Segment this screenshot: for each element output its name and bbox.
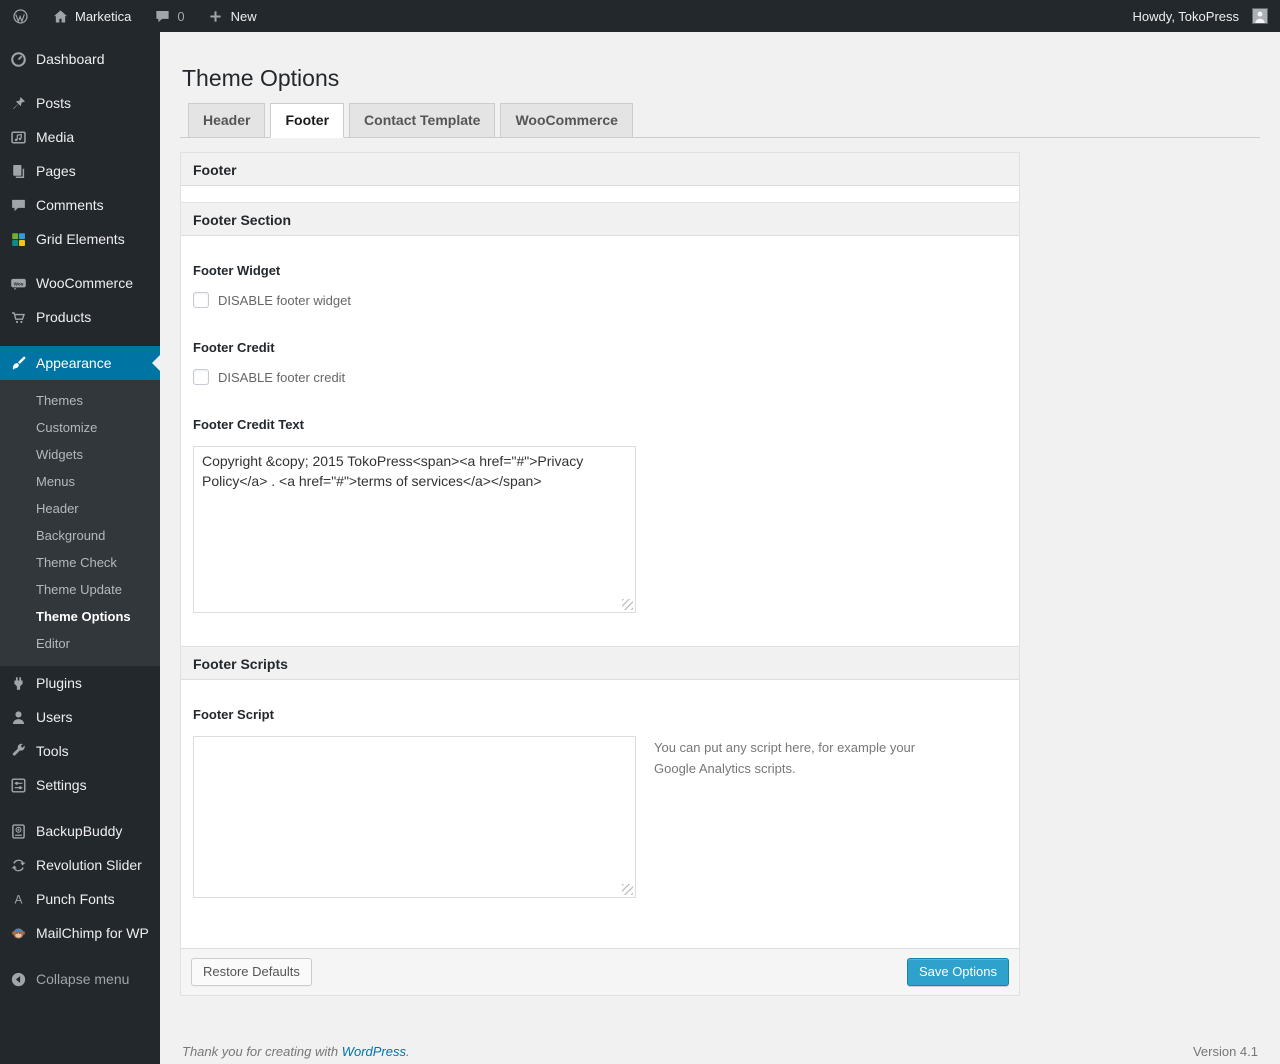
sliders-icon — [8, 775, 28, 795]
sidebar-item-products[interactable]: Products — [0, 300, 160, 334]
grid-elements-icon — [8, 229, 28, 249]
cycle-arrows-icon — [8, 855, 28, 875]
mailchimp-monkey-icon — [8, 923, 28, 943]
submenu-item-widgets[interactable]: Widgets — [0, 441, 160, 468]
howdy-label: Howdy, TokoPress — [1132, 8, 1239, 24]
restore-defaults-button[interactable]: Restore Defaults — [191, 958, 312, 986]
disable-footer-widget-text: DISABLE footer widget — [218, 292, 351, 308]
admin-footer: Thank you for creating with WordPress. V… — [180, 1044, 1260, 1059]
disable-footer-credit-text: DISABLE footer credit — [218, 369, 346, 385]
footer-scripts-body: Footer Script You can put any script her… — [181, 680, 1019, 948]
comments-link[interactable]: 0 — [142, 0, 195, 32]
sidebar-item-revolution-slider[interactable]: Revolution Slider — [0, 848, 160, 882]
comment-bubble-icon — [153, 7, 171, 25]
footer-widget-label: Footer Widget — [193, 263, 281, 278]
sidebar-item-tools[interactable]: Tools — [0, 734, 160, 768]
sidebar-item-posts[interactable]: Posts — [0, 86, 160, 120]
sidebar-item-appearance[interactable]: Appearance — [0, 346, 160, 380]
tab-contact-template[interactable]: Contact Template — [349, 103, 496, 138]
backup-drive-icon — [8, 821, 28, 841]
submenu-item-header[interactable]: Header — [0, 495, 160, 522]
submenu-item-editor[interactable]: Editor — [0, 630, 160, 657]
site-name-link[interactable]: Marketica — [40, 0, 142, 32]
dashboard-gauge-icon — [8, 49, 28, 69]
comments-bubble-icon — [8, 195, 28, 215]
user-icon — [8, 707, 28, 727]
sidebar-item-plugins[interactable]: Plugins — [0, 666, 160, 700]
submenu-item-theme-options[interactable]: Theme Options — [0, 603, 160, 630]
main-content: Theme Options Header Footer Contact Templa… — [160, 0, 1280, 1059]
sidebar-item-backupbuddy[interactable]: BackupBuddy — [0, 814, 160, 848]
submenu-item-menus[interactable]: Menus — [0, 468, 160, 495]
plus-icon — [207, 7, 225, 25]
footer-section-title: Footer Section — [181, 202, 1019, 236]
submenu-item-background[interactable]: Background — [0, 522, 160, 549]
media-icon — [8, 127, 28, 147]
paintbrush-icon — [8, 353, 28, 373]
sidebar-item-grid-elements[interactable]: Grid Elements — [0, 222, 160, 256]
cart-icon — [8, 307, 28, 327]
avatar — [1252, 8, 1268, 24]
site-name-label: Marketica — [75, 8, 132, 24]
letter-a-icon: A — [8, 889, 28, 909]
new-content-link[interactable]: New — [196, 0, 268, 32]
tab-woocommerce[interactable]: WooCommerce — [500, 103, 633, 138]
footer-box-title: Footer — [181, 152, 1019, 186]
collapse-menu-button[interactable]: Collapse menu — [0, 962, 160, 996]
disable-footer-credit-checkbox[interactable] — [193, 369, 209, 385]
save-options-button[interactable]: Save Options — [906, 958, 1009, 986]
sidebar-item-woocommerce[interactable]: Woo WooCommerce — [0, 266, 160, 300]
comment-count: 0 — [177, 8, 185, 24]
sidebar-item-pages[interactable]: Pages — [0, 154, 160, 188]
svg-text:Woo: Woo — [13, 281, 23, 286]
appearance-submenu: Themes Customize Widgets Menus Header Ba… — [0, 380, 160, 666]
page-title: Theme Options — [182, 65, 340, 91]
footer-script-textarea[interactable] — [193, 736, 636, 898]
plug-icon — [8, 673, 28, 693]
sidebar-item-dashboard[interactable]: Dashboard — [0, 42, 160, 76]
sidebar-item-users[interactable]: Users — [0, 700, 160, 734]
new-label: New — [230, 8, 257, 24]
sidebar-item-punch-fonts[interactable]: A Punch Fonts — [0, 882, 160, 916]
svg-text:A: A — [14, 892, 22, 906]
home-icon — [51, 7, 69, 25]
theme-options-panel: Footer Footer Section Footer Widget DISA… — [180, 152, 1020, 996]
footer-box-body — [181, 186, 1019, 202]
wordpress-link[interactable]: WordPress — [342, 1044, 406, 1059]
footer-script-label: Footer Script — [193, 707, 274, 722]
sidebar-item-settings[interactable]: Settings — [0, 768, 160, 802]
sidebar-item-comments[interactable]: Comments — [0, 188, 160, 222]
footer-scripts-title: Footer Scripts — [181, 646, 1019, 680]
tab-footer[interactable]: Footer — [270, 103, 345, 138]
footer-credit-label: Footer Credit — [193, 340, 275, 355]
tab-bar: Header Footer Contact Template WooCommerce — [180, 103, 1260, 138]
footer-section-body: Footer Widget DISABLE footer widget Foot… — [181, 236, 1019, 646]
submenu-item-theme-check[interactable]: Theme Check — [0, 549, 160, 576]
admin-sidebar: Dashboard Posts Media Pages Comments Gri… — [0, 32, 160, 1064]
collapse-arrow-icon — [8, 969, 28, 989]
footer-credit-textarea[interactable]: Copyright &copy; 2015 TokoPress<span><a … — [193, 446, 636, 613]
tab-header[interactable]: Header — [188, 103, 266, 138]
submenu-item-customize[interactable]: Customize — [0, 414, 160, 441]
sidebar-item-media[interactable]: Media — [0, 120, 160, 154]
footer-credit-text-label: Footer Credit Text — [193, 417, 304, 432]
pushpin-icon — [8, 93, 28, 113]
howdy-account-link[interactable]: Howdy, TokoPress — [1122, 8, 1268, 24]
wordpress-logo-icon — [11, 7, 29, 25]
woocommerce-badge-icon: Woo — [8, 273, 28, 293]
version-text: Version 4.1 — [1192, 1044, 1258, 1059]
wrench-icon — [8, 741, 28, 761]
admin-bar: Marketica 0 New Howdy, TokoPress — [0, 0, 1280, 32]
footer-script-help-text: You can put any script here, for example… — [654, 740, 916, 776]
footer-thanks-text: Thank you for creating with WordPress. — [182, 1044, 410, 1059]
submenu-item-themes[interactable]: Themes — [0, 387, 160, 414]
sidebar-item-mailchimp[interactable]: MailChimp for WP — [0, 916, 160, 950]
panel-action-bar: Restore Defaults Save Options — [181, 948, 1019, 995]
wordpress-logo-button[interactable] — [0, 0, 40, 32]
disable-footer-widget-checkbox[interactable] — [193, 292, 209, 308]
pages-icon — [8, 161, 28, 181]
submenu-item-theme-update[interactable]: Theme Update — [0, 576, 160, 603]
